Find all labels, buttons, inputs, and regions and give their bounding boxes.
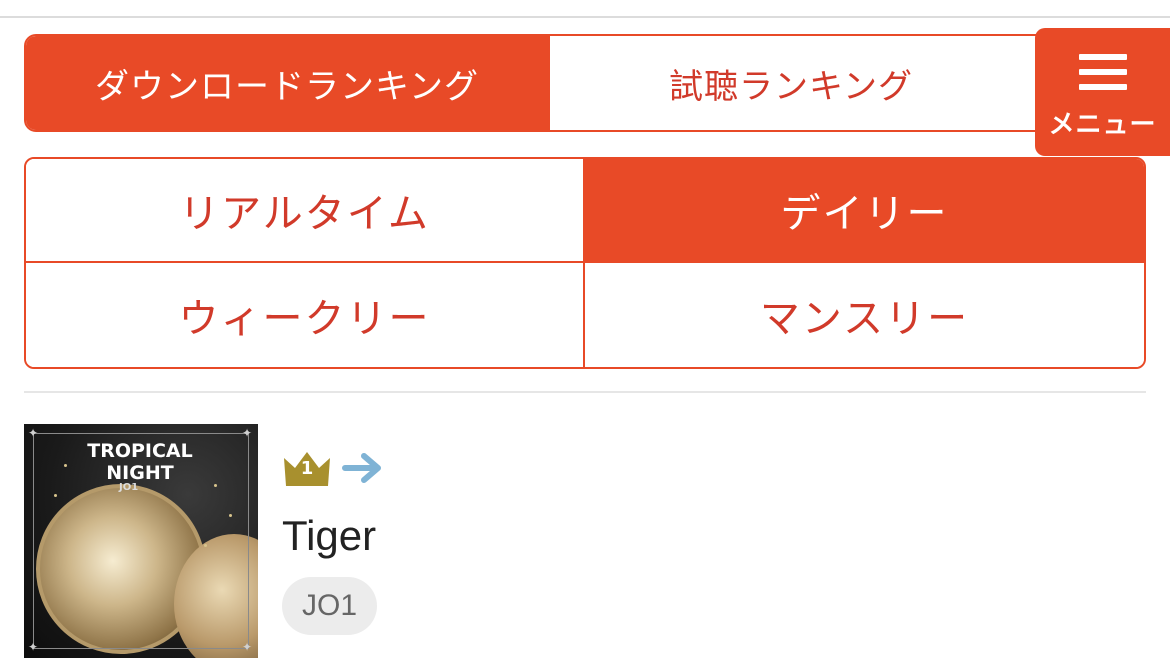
menu-label: メニュー: [1048, 110, 1157, 140]
ranking-list-item[interactable]: ✦ ✦ ✦ ✦ TROPICAL NIGHT JO1 1 Tiger JO1: [24, 424, 1146, 660]
tab-daily[interactable]: デイリー: [585, 159, 1144, 263]
tab-realtime[interactable]: リアルタイム: [26, 159, 585, 263]
period-tabs: リアルタイム デイリー ウィークリー マンスリー: [24, 157, 1146, 369]
album-cover[interactable]: ✦ ✦ ✦ ✦ TROPICAL NIGHT JO1: [24, 424, 258, 658]
rank-indicator: 1: [282, 448, 384, 488]
menu-button[interactable]: メニュー: [1035, 28, 1170, 156]
rank-number: 1: [300, 458, 314, 479]
tab-download-ranking[interactable]: ダウンロードランキング: [26, 36, 548, 130]
song-title[interactable]: Tiger: [282, 512, 376, 560]
arrow-right-icon: [342, 452, 384, 484]
tab-preview-ranking-label: 試聴ランキング: [669, 66, 913, 107]
hamburger-icon: [1078, 54, 1127, 90]
crown-icon: 1: [282, 450, 332, 486]
tab-monthly[interactable]: マンスリー: [585, 263, 1144, 367]
ranking-type-tabs: ダウンロードランキング 試聴ランキング: [24, 34, 1074, 132]
tab-weekly[interactable]: ウィークリー: [26, 263, 585, 367]
artist-chip[interactable]: JO1: [282, 577, 378, 635]
tab-download-ranking-label: ダウンロードランキング: [95, 66, 479, 107]
top-divider: [0, 16, 1170, 18]
tab-preview-ranking[interactable]: 試聴ランキング: [548, 36, 1072, 130]
cover-artist: JO1: [119, 482, 139, 493]
cover-title: TROPICAL NIGHT: [87, 440, 193, 484]
section-divider: [24, 391, 1146, 393]
